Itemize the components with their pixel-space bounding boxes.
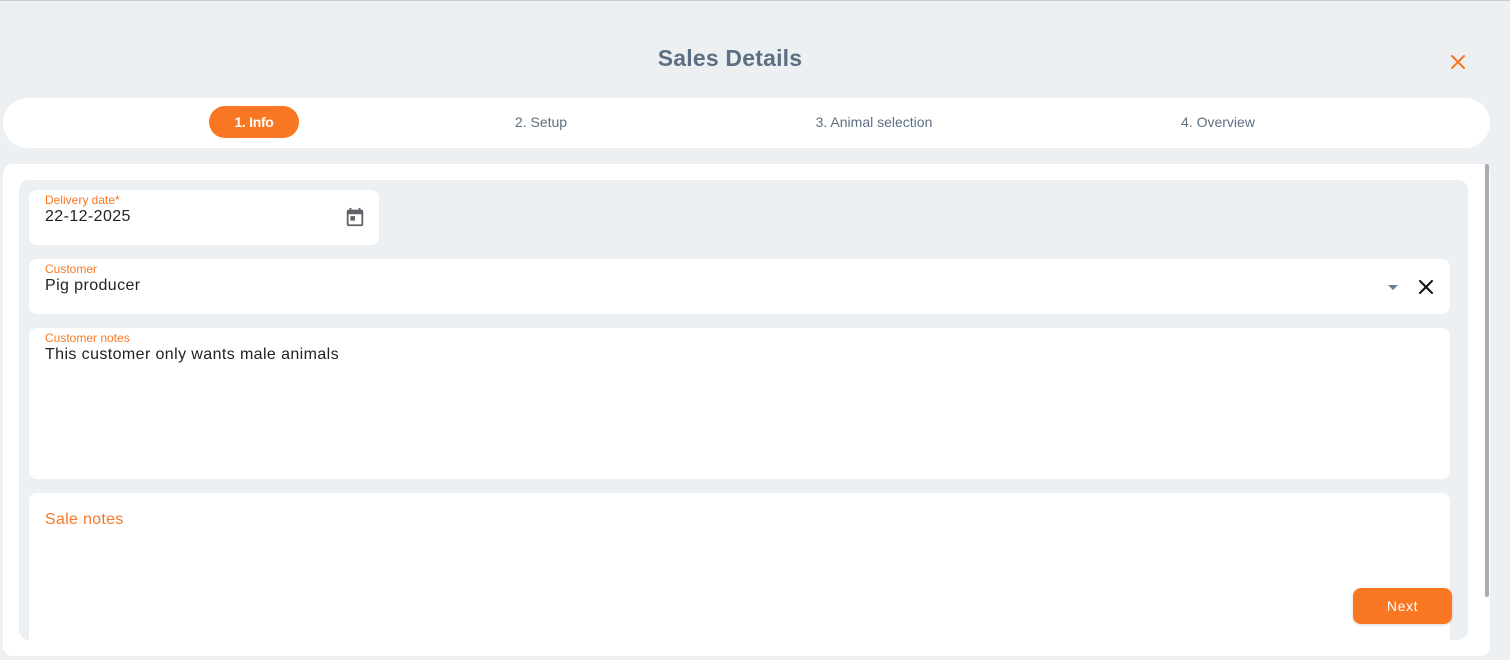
customer-notes-textarea[interactable]: Customer notes This customer only wants … (29, 328, 1450, 479)
caret-down-icon[interactable] (1386, 281, 1400, 293)
close-button[interactable] (1447, 51, 1469, 73)
sale-notes-label: Sale notes (45, 511, 124, 528)
next-button[interactable]: Next (1353, 588, 1452, 624)
step-info[interactable]: 1. Info (209, 106, 299, 138)
customer-select[interactable]: Customer Pig producer (29, 259, 1450, 314)
modal-title: Sales Details (657, 45, 803, 71)
step-navigation: 1. Info 2. Setup 3. Animal selection 4. … (3, 98, 1490, 148)
close-icon (1451, 55, 1465, 69)
customer-notes-label: Customer notes (45, 331, 130, 345)
sale-notes-textarea[interactable]: Sale notes (29, 493, 1450, 640)
step-overview[interactable]: 4. Overview (1163, 106, 1273, 138)
customer-notes-value[interactable]: This customer only wants male animals (45, 346, 339, 364)
step-animal-selection[interactable]: 3. Animal selection (799, 106, 949, 138)
delivery-date-value[interactable]: 22-12-2025 (45, 208, 131, 226)
calendar-icon[interactable] (344, 206, 366, 228)
sales-details-modal: Sales Details 1. Info 2. Setup 3. Animal… (0, 0, 1510, 660)
step-setup[interactable]: 2. Setup (491, 106, 591, 138)
scrollbar-thumb[interactable] (1485, 164, 1489, 597)
form-container: Delivery date* 22-12-2025 Customer Pig p… (3, 164, 1490, 656)
form-panel: Delivery date* 22-12-2025 Customer Pig p… (19, 180, 1468, 640)
delivery-date-label: Delivery date* (45, 193, 120, 207)
customer-label: Customer (45, 262, 98, 276)
delivery-date-field[interactable]: Delivery date* 22-12-2025 (29, 190, 379, 245)
clear-icon[interactable] (1415, 276, 1437, 298)
customer-value[interactable]: Pig producer (45, 277, 141, 295)
